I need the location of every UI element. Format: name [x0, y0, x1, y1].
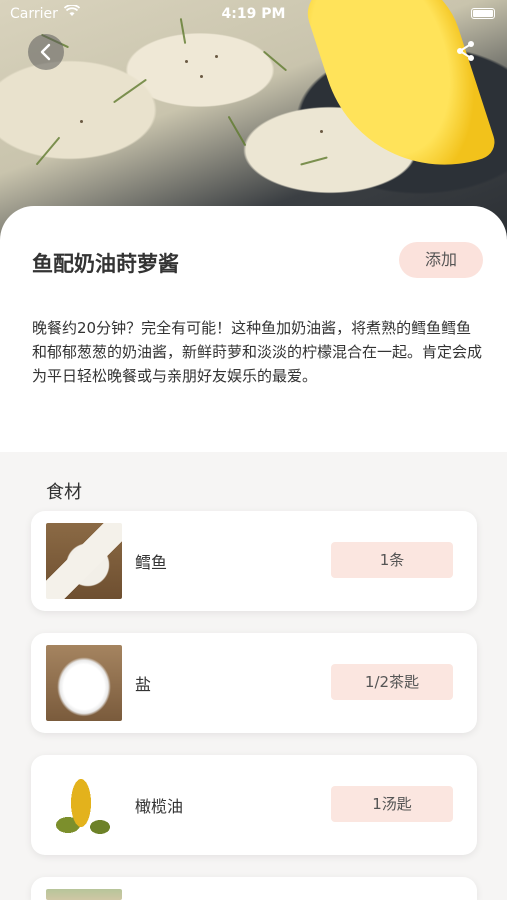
- dill-sprig: [35, 136, 61, 166]
- dill-sprig: [300, 156, 328, 166]
- share-button[interactable]: [455, 40, 477, 62]
- pepper-speck: [215, 55, 218, 58]
- ingredient-name: 盐: [135, 675, 152, 694]
- ingredients-heading: 食材: [46, 482, 82, 503]
- back-button[interactable]: [28, 34, 64, 70]
- battery-icon: [471, 8, 495, 19]
- clock: 4:19 PM: [221, 6, 286, 22]
- lemon-wedge: [300, 0, 500, 197]
- pepper-speck: [320, 130, 323, 133]
- pepper-speck: [185, 60, 188, 63]
- ingredient-quantity: 1/2茶匙: [331, 664, 453, 700]
- ingredient-row[interactable]: 橄榄油 1汤匙: [31, 755, 477, 855]
- chevron-left-icon: [39, 42, 53, 67]
- ingredient-name: 橄榄油: [135, 797, 184, 816]
- recipe-card: 鱼配奶油莳萝酱 添加 晚餐约20分钟？完全有可能！这种鱼加奶油酱，将煮熟的鳕鱼鳕…: [0, 206, 507, 452]
- share-icon: [455, 41, 477, 66]
- pepper-speck: [200, 75, 203, 78]
- ingredient-image: [46, 889, 122, 900]
- dill-sprig: [113, 78, 147, 104]
- olive-oil-image: [46, 767, 122, 843]
- ingredient-row[interactable]: 鳕鱼 1条: [31, 511, 477, 611]
- salt-image: [46, 645, 122, 721]
- recipe-title: 鱼配奶油莳萝酱: [32, 252, 179, 276]
- dill-sprig: [227, 115, 247, 147]
- recipe-description: 晚餐约20分钟？完全有可能！这种鱼加奶油酱，将煮熟的鳕鱼鳕鱼和郁郁葱葱的奶油酱，…: [32, 319, 483, 385]
- cod-image: [46, 523, 122, 599]
- ingredient-row[interactable]: 盐 1/2茶匙: [31, 633, 477, 733]
- add-button[interactable]: 添加: [399, 242, 483, 278]
- ingredient-row[interactable]: [31, 877, 477, 900]
- status-bar: Carrier 4:19 PM: [0, 0, 507, 28]
- ingredient-quantity: 1条: [331, 542, 453, 578]
- pepper-speck: [80, 120, 83, 123]
- dill-sprig: [262, 50, 288, 72]
- ingredient-quantity: 1汤匙: [331, 786, 453, 822]
- ingredient-name: 鳕鱼: [135, 553, 168, 572]
